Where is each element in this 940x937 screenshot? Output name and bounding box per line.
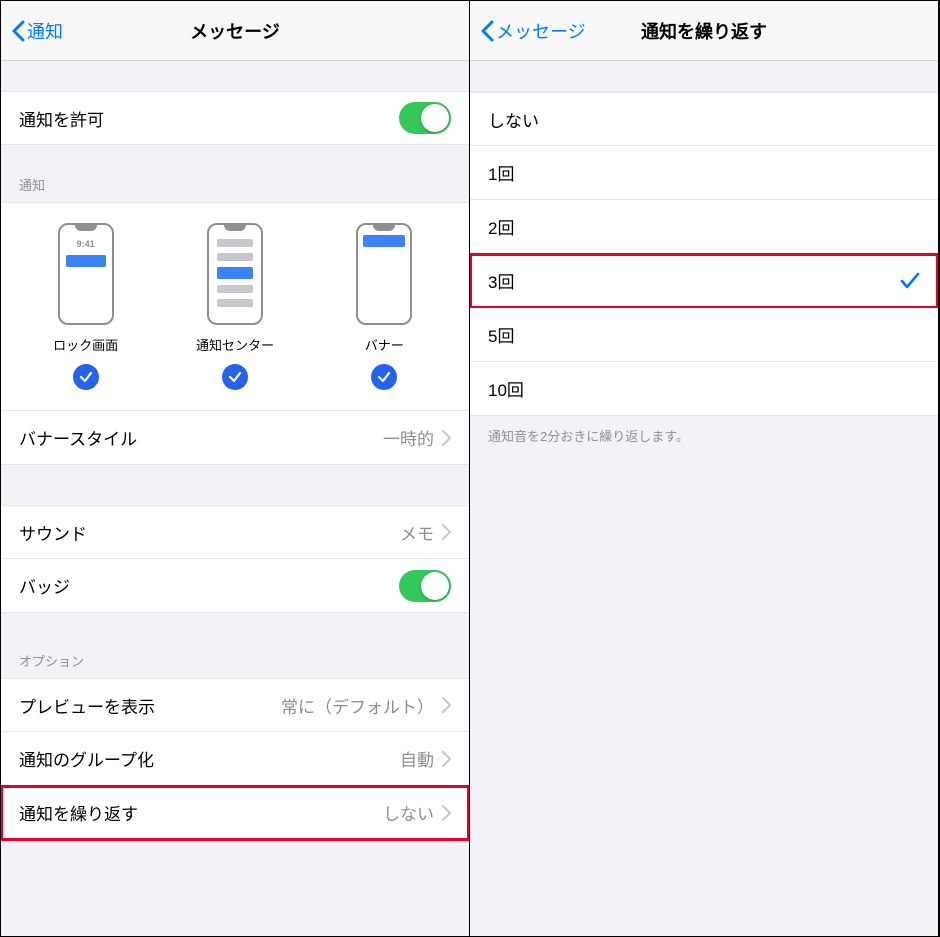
left-pane: 通知 メッセージ 通知を許可 通知 9:41 ロック画面 (1, 1, 470, 936)
checkmark-icon (900, 272, 920, 290)
sound-value: メモ (400, 520, 434, 545)
chevron-right-icon (442, 751, 451, 767)
grouping-row[interactable]: 通知のグループ化 自動 (1, 732, 469, 786)
repeat-option-label: 1回 (488, 160, 920, 185)
alert-option-center[interactable]: 通知センター (175, 223, 295, 390)
repeat-option-label: 3回 (488, 268, 900, 293)
badge-label: バッジ (19, 573, 399, 598)
sound-row[interactable]: サウンド メモ (1, 505, 469, 559)
lockscreen-preview-icon: 9:41 (58, 223, 114, 325)
banner-check-icon (371, 364, 397, 390)
alert-option-banner[interactable]: バナー (324, 223, 444, 390)
sound-label: サウンド (19, 520, 400, 545)
center-preview-icon (207, 223, 263, 325)
center-check-icon (222, 364, 248, 390)
chevron-right-icon (442, 524, 451, 540)
preview-row[interactable]: プレビューを表示 常に（デフォルト） (1, 678, 469, 732)
content-right: しない 1回 2回 3回 5回 10回 通知音を2分おきに繰り返します。 (470, 61, 938, 936)
alerts-header: 通知 (1, 167, 469, 202)
repeat-footer: 通知音を2分おきに繰り返します。 (470, 416, 938, 455)
badge-row[interactable]: バッジ (1, 559, 469, 613)
repeat-option-label: 5回 (488, 322, 920, 347)
lockscreen-check-icon (73, 364, 99, 390)
navbar-right: メッセージ 通知を繰り返す (470, 1, 938, 61)
back-label: メッセージ (496, 18, 586, 44)
repeat-value: しない (383, 800, 434, 825)
chevron-right-icon (442, 697, 451, 713)
allow-notifications-row[interactable]: 通知を許可 (1, 91, 469, 145)
allow-notifications-switch[interactable] (399, 102, 451, 134)
navbar-left: 通知 メッセージ (1, 1, 469, 61)
chevron-right-icon (442, 430, 451, 446)
back-button-right[interactable]: メッセージ (480, 18, 586, 44)
page-title-right: 通知を繰り返す (641, 18, 767, 44)
repeat-row[interactable]: 通知を繰り返す しない (1, 786, 469, 840)
repeat-option-row[interactable]: 3回 (470, 254, 938, 308)
banner-preview-icon (356, 223, 412, 325)
alert-option-lockscreen[interactable]: 9:41 ロック画面 (26, 223, 146, 390)
alerts-panel: 9:41 ロック画面 (1, 202, 469, 411)
back-button-left[interactable]: 通知 (11, 18, 63, 44)
allow-notifications-label: 通知を許可 (19, 106, 399, 131)
page-title-left: メッセージ (190, 18, 280, 44)
repeat-option-row[interactable]: 10回 (470, 362, 938, 416)
back-label: 通知 (27, 18, 63, 44)
chevron-left-icon (11, 20, 25, 42)
repeat-option-row[interactable]: 5回 (470, 308, 938, 362)
badge-switch[interactable] (399, 570, 451, 602)
right-pane: メッセージ 通知を繰り返す しない 1回 2回 3回 5回 10回 通知音を2分おきに繰り… (470, 1, 939, 936)
options-header: オプション (1, 643, 469, 678)
preview-label: プレビューを表示 (19, 693, 281, 718)
repeat-option-label: 10回 (488, 376, 920, 401)
banner-style-value: 一時的 (383, 425, 434, 450)
repeat-label: 通知を繰り返す (19, 800, 383, 825)
grouping-value: 自動 (400, 746, 434, 771)
repeat-option-label: 2回 (488, 214, 920, 239)
preview-value: 常に（デフォルト） (281, 693, 434, 718)
banner-label: バナー (365, 335, 404, 354)
banner-style-row[interactable]: バナースタイル 一時的 (1, 411, 469, 465)
content-left: 通知を許可 通知 9:41 ロック画面 (1, 61, 469, 936)
lockscreen-time: 9:41 (60, 239, 112, 249)
repeat-option-label: しない (488, 107, 920, 132)
chevron-right-icon (442, 805, 451, 821)
repeat-option-row[interactable]: 2回 (470, 200, 938, 254)
repeat-option-row[interactable]: 1回 (470, 146, 938, 200)
repeat-option-row[interactable]: しない (470, 92, 938, 146)
banner-style-label: バナースタイル (19, 425, 383, 450)
grouping-label: 通知のグループ化 (19, 746, 400, 771)
center-label: 通知センター (196, 335, 274, 354)
lockscreen-label: ロック画面 (53, 335, 118, 354)
chevron-left-icon (480, 20, 494, 42)
